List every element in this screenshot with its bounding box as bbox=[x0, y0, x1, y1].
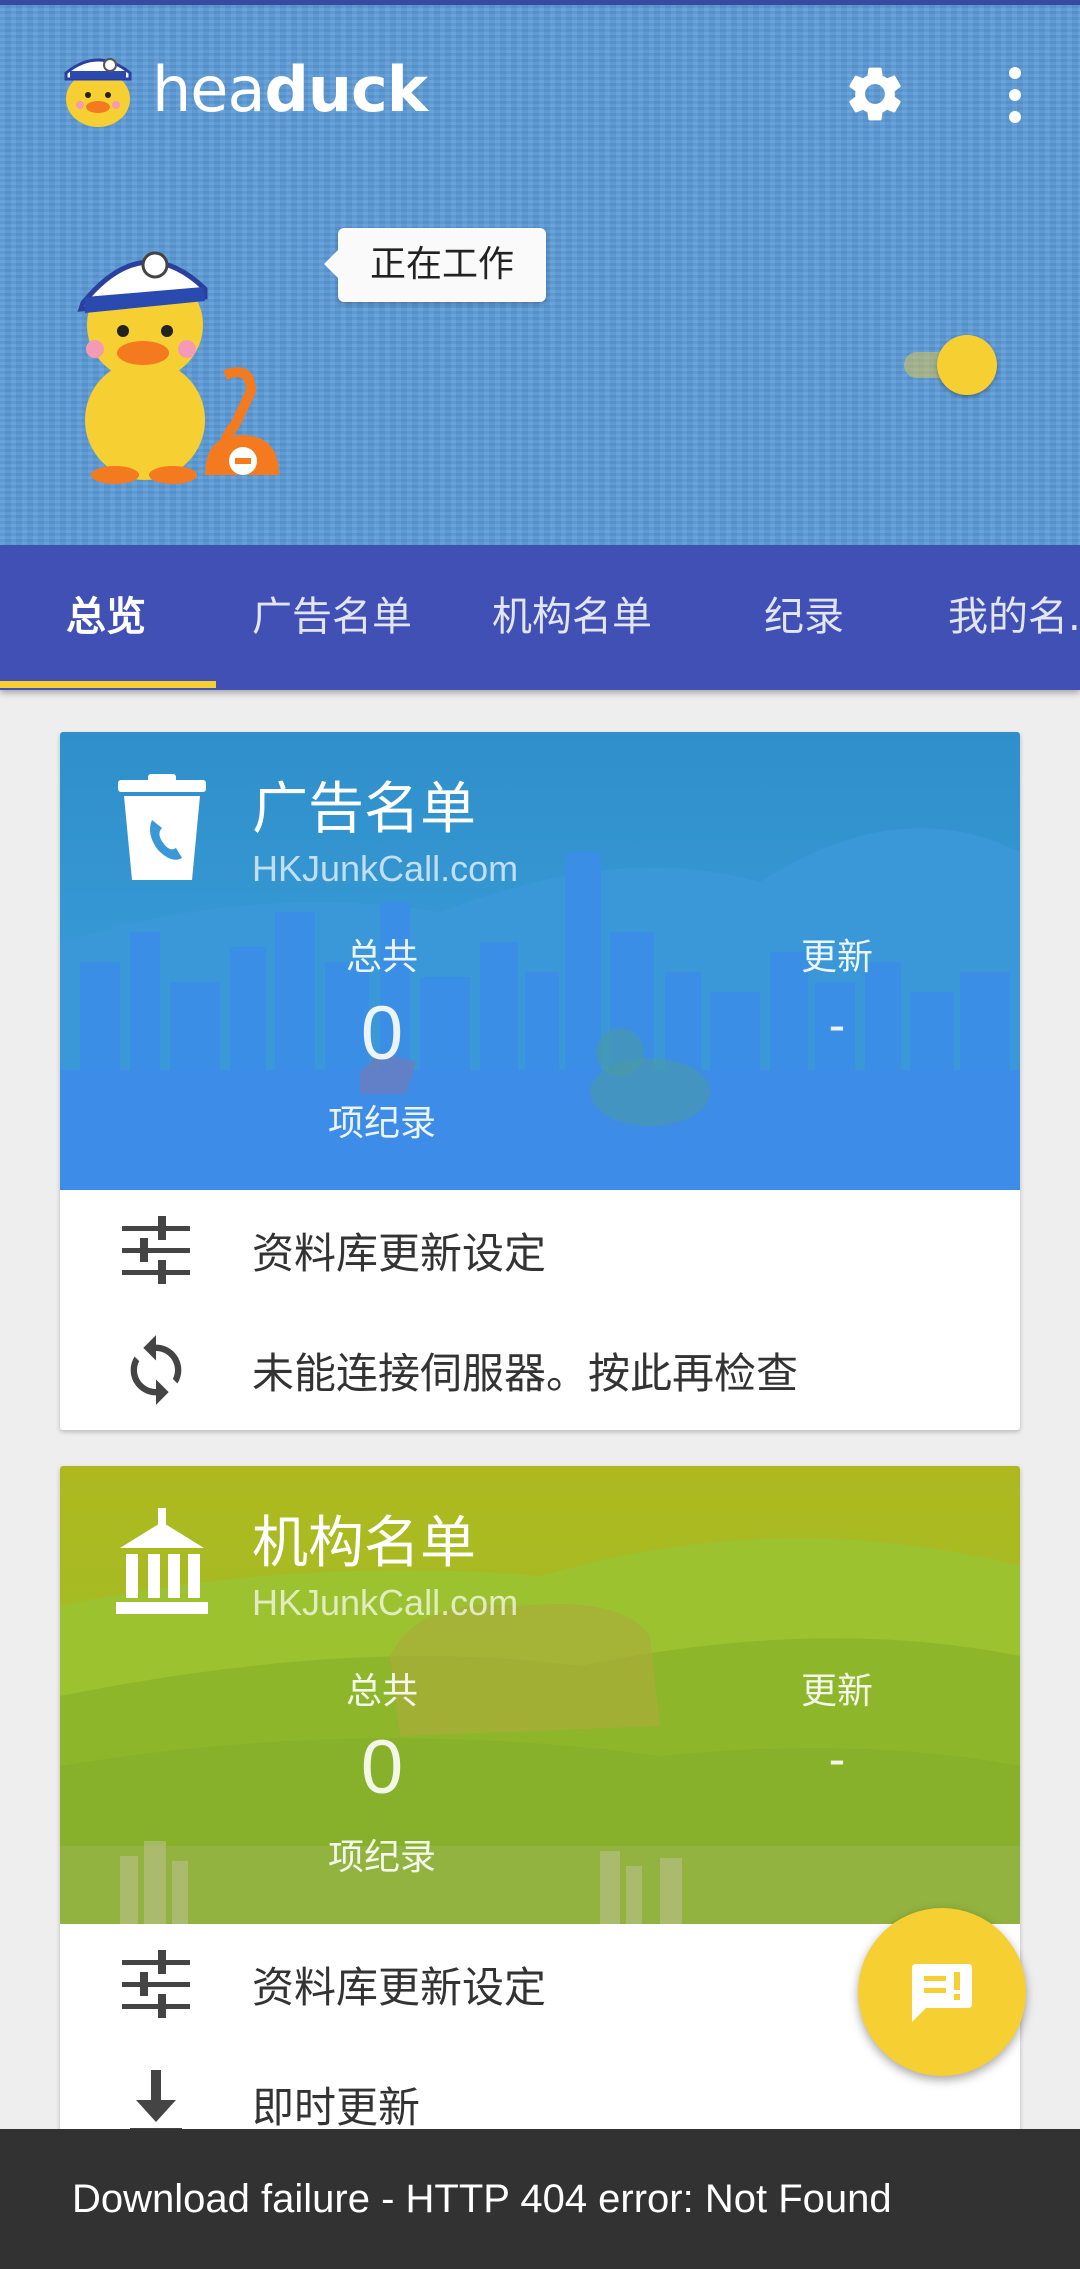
tab-records[interactable]: 纪录 bbox=[764, 545, 844, 690]
update-value: - bbox=[828, 1731, 846, 1787]
status-bubble: 正在工作 bbox=[324, 228, 546, 302]
retry-connection-row[interactable]: 未能连接伺服器。按此再检查 bbox=[60, 1310, 1020, 1430]
tune-sliders-icon bbox=[122, 1216, 190, 1284]
snackbar-message: Download failure - HTTP 404 error: Not F… bbox=[0, 2129, 1080, 2269]
db-update-settings-label: 资料库更新设定 bbox=[252, 1228, 547, 1278]
total-label: 总共 bbox=[345, 1671, 418, 1712]
app-header: headuck 正在工作 bbox=[0, 0, 1080, 545]
trash-phone-icon bbox=[118, 774, 206, 880]
app-title: headuck bbox=[152, 53, 428, 126]
org-list-card: 机构名单 HKJunkCall.com 总共 0 项纪录 更新 - 资料库更新设… bbox=[60, 1466, 1020, 2164]
tab-my-list[interactable]: 我的名... bbox=[948, 545, 1080, 690]
ad-list-source: HKJunkCall.com bbox=[252, 848, 519, 889]
toggle-thumb bbox=[937, 335, 997, 395]
tab-overview[interactable]: 总览 bbox=[66, 545, 146, 690]
total-unit: 项纪录 bbox=[327, 1837, 436, 1878]
feedback-fab[interactable] bbox=[858, 1908, 1026, 2076]
ad-list-hero[interactable]: 广告名单 HKJunkCall.com 总共 0 项纪录 更新 - bbox=[60, 732, 1020, 1190]
update-label: 更新 bbox=[800, 937, 873, 978]
org-list-hero[interactable]: 机构名单 HKJunkCall.com 总共 0 项纪录 更新 - bbox=[60, 1466, 1020, 1924]
protection-toggle[interactable] bbox=[900, 335, 1000, 395]
feedback-icon bbox=[912, 1964, 972, 2022]
update-value: - bbox=[828, 997, 846, 1053]
total-value: 0 bbox=[360, 1725, 404, 1810]
duck-mascot-illustration bbox=[77, 251, 279, 484]
tab-org-list[interactable]: 机构名单 bbox=[492, 545, 652, 690]
tab-bar: 总览 广告名单 机构名单 纪录 我的名... bbox=[0, 545, 1080, 690]
tune-sliders-icon bbox=[122, 1950, 190, 2018]
ad-list-card: 广告名单 HKJunkCall.com 总共 0 项纪录 更新 - 资料库更新设… bbox=[60, 732, 1020, 1430]
db-update-settings-label: 资料库更新设定 bbox=[252, 1962, 547, 2012]
retry-connection-label: 未能连接伺服器。按此再检查 bbox=[252, 1348, 799, 1398]
total-unit: 项纪录 bbox=[327, 1103, 436, 1144]
org-list-title: 机构名单 bbox=[252, 1511, 476, 1576]
total-label: 总共 bbox=[345, 937, 418, 978]
instant-update-label: 即时更新 bbox=[252, 2082, 421, 2132]
ad-list-title: 广告名单 bbox=[252, 777, 476, 842]
org-list-source: HKJunkCall.com bbox=[252, 1582, 519, 1623]
total-value: 0 bbox=[360, 991, 404, 1076]
more-vert-icon[interactable] bbox=[995, 65, 1035, 125]
gear-icon[interactable] bbox=[842, 61, 908, 127]
refresh-icon bbox=[130, 1335, 182, 1405]
tab-indicator bbox=[0, 681, 216, 688]
db-update-settings-row[interactable]: 资料库更新设定 bbox=[60, 1190, 1020, 1310]
tab-ad-list[interactable]: 广告名单 bbox=[252, 545, 412, 690]
institution-icon bbox=[116, 1508, 208, 1614]
duck-logo-icon bbox=[64, 58, 132, 127]
update-label: 更新 bbox=[800, 1671, 873, 1712]
